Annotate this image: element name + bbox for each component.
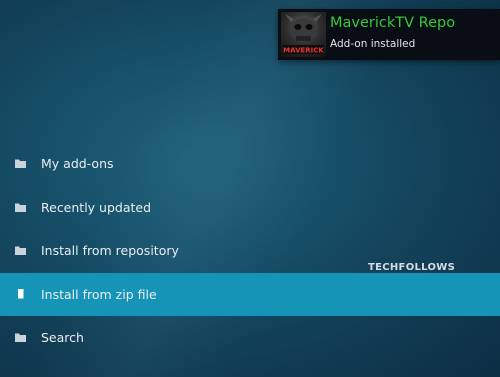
addon-browser-menu: My add-ons Recently updated Install from… (0, 142, 500, 360)
watermark: TECHFOLLOWS (368, 262, 456, 273)
folder-icon (15, 159, 26, 168)
notification-title: MaverickTV Repo (330, 15, 456, 31)
folder-icon (15, 203, 26, 212)
menu-item-label: Search (41, 330, 84, 345)
notification-message: Add-on installed (330, 38, 416, 50)
notification-toast: MAVERICK MaverickTV Repo Add-on installe… (278, 9, 500, 60)
menu-item-install-from-zip-file[interactable]: Install from zip file (0, 272, 500, 316)
menu-item-label: Recently updated (41, 199, 152, 215)
menu-item-search[interactable]: Search (0, 316, 500, 360)
menu-item-my-addons[interactable]: My add-ons (0, 142, 500, 186)
menu-item-label: My add-ons (41, 156, 114, 171)
folder-icon (15, 333, 26, 342)
file-icon (18, 288, 24, 298)
logo-text: MAVERICK (283, 47, 324, 55)
mavericktv-logo-icon: MAVERICK (281, 12, 326, 57)
menu-item-label: Install from zip file (41, 286, 157, 302)
folder-icon (15, 246, 26, 255)
menu-item-label: Install from repository (41, 243, 179, 258)
menu-item-recently-updated[interactable]: Recently updated (0, 186, 500, 230)
